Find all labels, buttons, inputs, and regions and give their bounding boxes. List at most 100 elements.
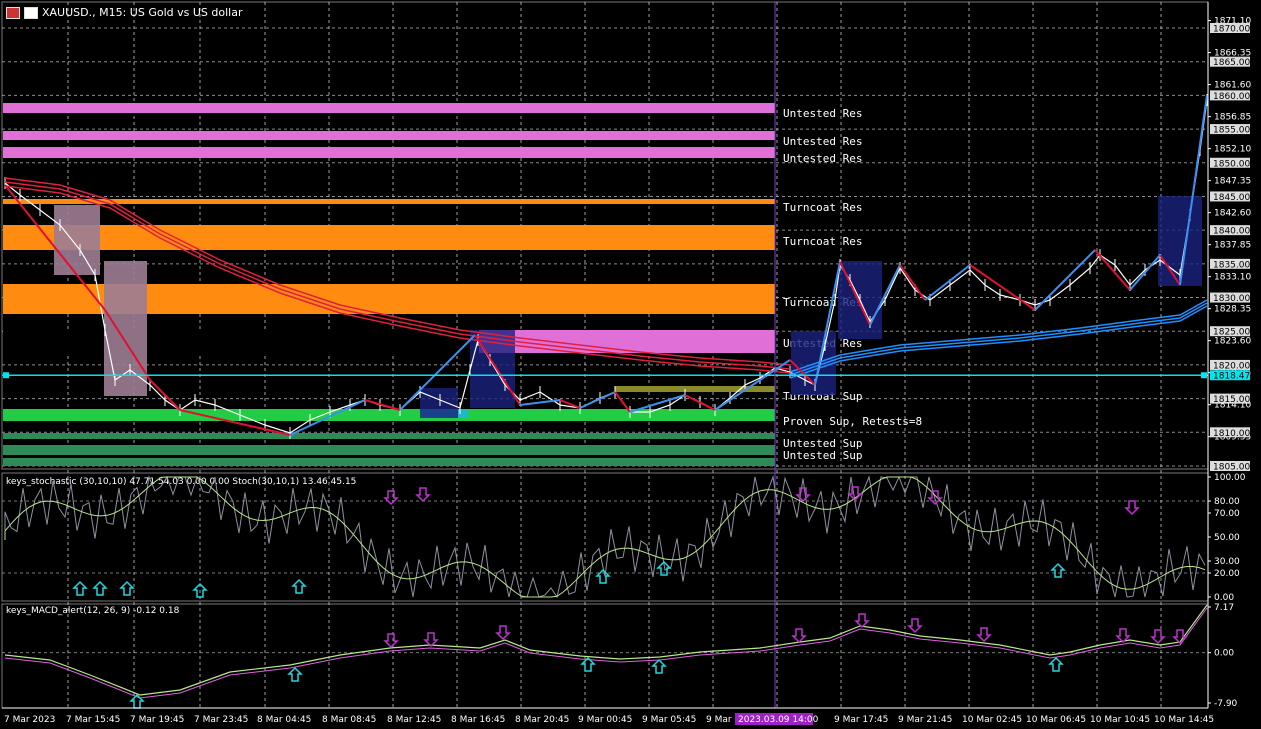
zone-label: Untested Res	[783, 107, 862, 120]
arrow-up-icon	[72, 580, 88, 596]
time-label: 10 Mar 06:45	[1026, 715, 1086, 725]
macd-sell-signal	[854, 613, 870, 629]
zigzag-segment	[1034, 249, 1096, 311]
zone-label: Turncoat Res	[783, 201, 862, 214]
price-tick-label: 1842.60	[1214, 209, 1251, 219]
stoch-main-line	[4, 475, 1206, 599]
sr-zone	[3, 103, 775, 113]
stoch-level-label: 0.00	[1214, 593, 1234, 603]
price-tick-label: 1828.35	[1214, 305, 1251, 315]
stoch-label: keys_stochastic (30,10,10) 47.71 54.03 0…	[6, 477, 356, 487]
stoch-sell-signal	[795, 487, 811, 503]
arrow-up-icon	[1050, 562, 1066, 578]
swing-box	[420, 388, 458, 418]
macd-level-label: -7.90	[1214, 699, 1238, 709]
time-label: 8 Mar 04:45	[257, 715, 311, 725]
chart-canvas[interactable]: Untested Res Untested Res Untested Res Turn…	[0, 0, 1261, 729]
arrow-down-icon	[976, 627, 992, 643]
price-tick-label: 1847.35	[1214, 177, 1251, 187]
stoch-level-label: 30.00	[1214, 557, 1240, 567]
current-price-marker-right	[1201, 372, 1207, 379]
zone-label: Turncoat Res	[783, 235, 862, 248]
price-level-box-label: 1870.00	[1213, 25, 1250, 35]
arrow-down-icon	[791, 628, 807, 644]
price-tick-label: 1833.10	[1214, 273, 1251, 283]
stoch-buy-signal	[72, 580, 88, 596]
sr-zone	[3, 409, 775, 421]
price-level-box-label: 1840.00	[1213, 227, 1250, 237]
arrow-up-icon	[92, 580, 108, 596]
arrow-down-icon	[383, 490, 399, 506]
arrow-up-icon	[119, 580, 135, 596]
price-tick-label: 1852.10	[1214, 145, 1251, 155]
price-level-box-label: 1865.00	[1213, 58, 1250, 68]
time-label: 8 Mar 08:45	[322, 715, 376, 725]
macd-signal-line	[4, 607, 1208, 699]
sr-zone	[3, 225, 775, 250]
stoch-buy-signal	[291, 578, 307, 594]
current-price-label: 1818.47	[1213, 372, 1250, 382]
arrow-up-icon	[595, 568, 611, 584]
zigzag-segment	[924, 264, 971, 301]
sr-zone	[3, 131, 775, 140]
time-label: 7 Mar 15:45	[66, 715, 120, 725]
stoch-buy-signal	[1050, 562, 1066, 578]
macd-sell-signal	[423, 632, 439, 648]
price-level-box-label: 1825.00	[1213, 328, 1250, 338]
stoch-buy-signal	[92, 580, 108, 596]
zone-mask	[3, 330, 479, 353]
time-label: 9 Mar 17:45	[834, 715, 888, 725]
macd-buy-signal	[1048, 656, 1064, 672]
stoch-sell-signal	[1124, 500, 1140, 516]
macd-level-label: 0.00	[1214, 649, 1234, 659]
swing-box	[791, 331, 836, 395]
stoch-level-label: 50.00	[1214, 533, 1240, 543]
zigzag-segment	[519, 399, 561, 406]
stoch-level-label: 100.00	[1214, 473, 1246, 483]
price-level-box-label: 1830.00	[1213, 294, 1250, 304]
current-price-marker-left	[3, 372, 9, 379]
price-level-box-label: 1805.00	[1213, 463, 1250, 473]
sr-zone	[3, 458, 775, 466]
stoch-buy-signal	[119, 580, 135, 596]
price-tick-label: 1837.85	[1214, 241, 1251, 251]
arrow-down-icon	[1150, 629, 1166, 645]
arrow-up-icon	[287, 666, 303, 682]
zone-label: Untested Res	[783, 152, 862, 165]
arrow-down-icon	[423, 632, 439, 648]
swing-box-highlight	[54, 205, 100, 275]
chart-window[interactable]: Untested Res Untested Res Untested Res Turn…	[0, 0, 1261, 729]
time-label: 9 Mar 21:45	[898, 715, 952, 725]
symbol-title: XAUUSD., M15: US Gold vs US dollar	[42, 6, 243, 19]
sr-zone	[3, 147, 775, 158]
zigzag-segment	[1094, 249, 1131, 291]
price-tick-label: 1856.85	[1214, 113, 1251, 123]
price-level-box-label: 1850.00	[1213, 159, 1250, 169]
macd-label: keys_MACD_alert(12, 26, 9) -0.12 0.18	[6, 606, 180, 616]
price-tick-label: 1823.60	[1214, 337, 1251, 347]
time-label: 10 Mar 10:45	[1090, 715, 1150, 725]
arrow-down-icon	[795, 487, 811, 503]
arrow-down-icon	[415, 487, 431, 503]
sr-zone	[3, 445, 775, 455]
macd-buy-signal	[287, 666, 303, 682]
stoch-signal-line	[4, 476, 1206, 598]
time-label: 8 Mar 12:45	[387, 715, 441, 725]
stoch-buy-signal	[595, 568, 611, 584]
stoch-level-label: 70.00	[1214, 509, 1240, 519]
sr-zone	[3, 199, 775, 204]
stoch-sell-signal	[415, 487, 431, 503]
sr-zone	[3, 433, 775, 439]
price-level-box-label: 1835.00	[1213, 260, 1250, 270]
macd-buy-signal	[651, 658, 667, 674]
macd-sell-signal	[791, 628, 807, 644]
macd-main-line	[4, 604, 1208, 696]
price-level-box-label: 1860.00	[1213, 92, 1250, 102]
stoch-panel-frame	[1, 472, 1209, 602]
time-label: 8 Mar 20:45	[515, 715, 569, 725]
stoch-level-label: 80.00	[1214, 497, 1240, 507]
price-level-box-label: 1815.00	[1213, 395, 1250, 405]
arrow-down-icon	[854, 613, 870, 629]
zigzag-segment	[969, 264, 1036, 311]
arrow-up-icon	[291, 578, 307, 594]
